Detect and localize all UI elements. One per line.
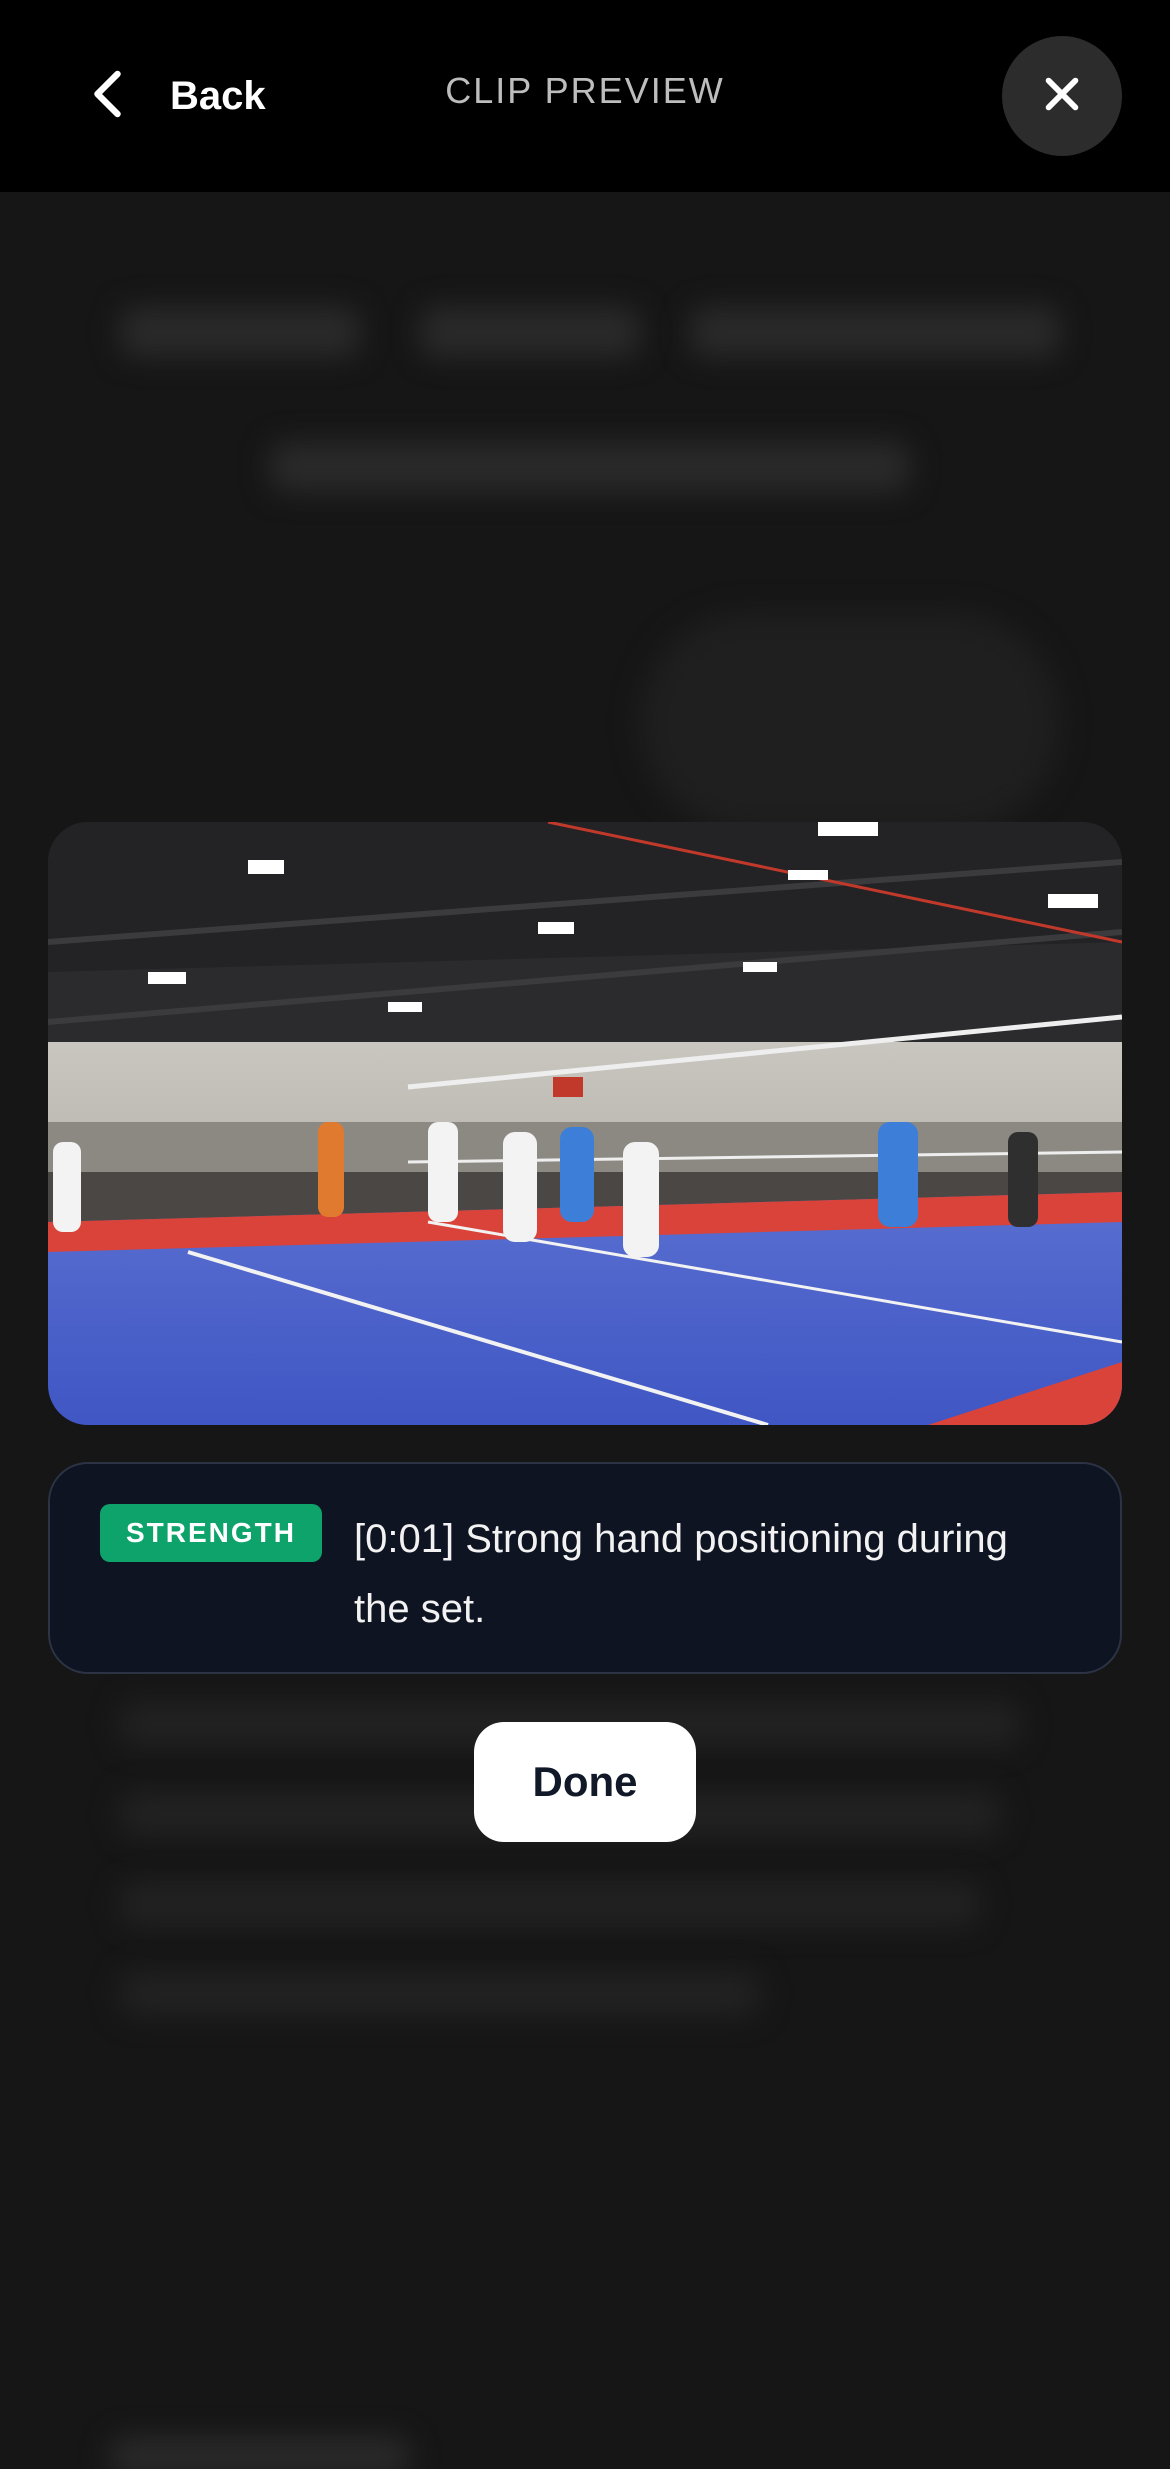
close-button[interactable] — [1002, 36, 1122, 156]
clip-preview-screen: Back CLIP PREVIEW STRENGTH [0:01] Strong… — [0, 0, 1170, 2469]
video-player[interactable] — [48, 822, 1122, 1425]
top-bar: Back CLIP PREVIEW — [0, 0, 1170, 192]
feedback-text: [0:01] Strong hand positioning during th… — [354, 1517, 1008, 1631]
volleyball-video-frame — [48, 822, 1122, 1425]
done-button[interactable]: Done — [474, 1722, 696, 1842]
strength-badge: STRENGTH — [100, 1504, 322, 1562]
feedback-card: STRENGTH [0:01] Strong hand positioning … — [48, 1462, 1122, 1674]
close-icon — [1039, 71, 1085, 122]
page-title: CLIP PREVIEW — [445, 70, 725, 111]
